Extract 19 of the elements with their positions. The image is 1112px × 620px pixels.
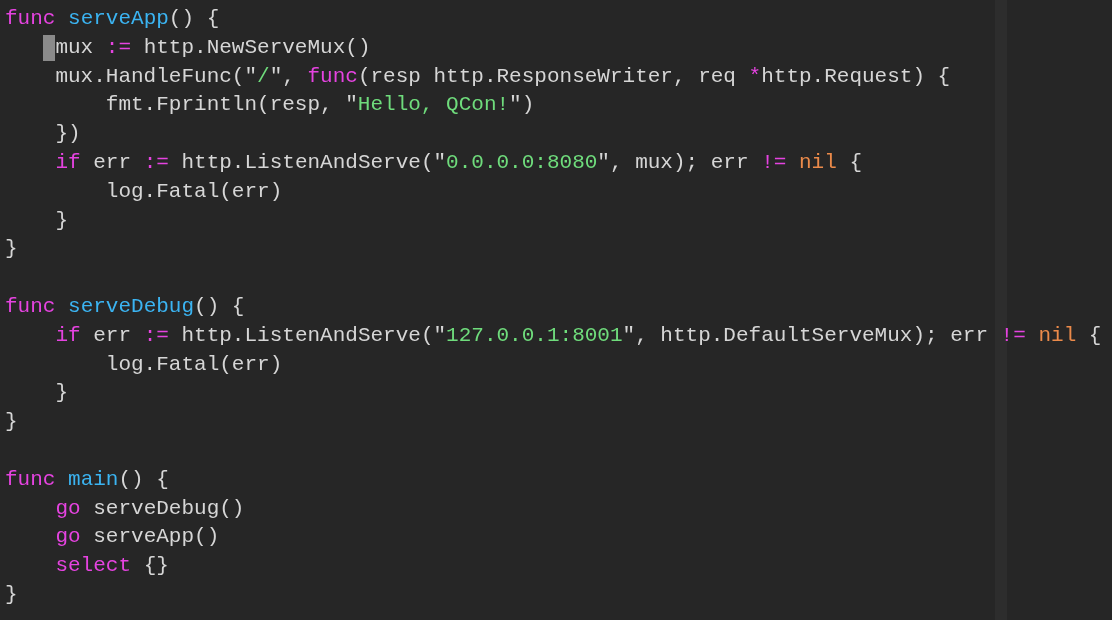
code-line: if err := http.ListenAndServe("0.0.0.0:8080", mux); err != nil { (55, 150, 863, 176)
code-line: if err := http.ListenAndServe("127.0.0.1:8001", http.DefaultServeMux); err != nil { (55, 322, 1102, 349)
code-line: func serveDebug() { (5, 293, 245, 320)
code-line: func serveApp() { (5, 6, 220, 32)
code-line: }) (55, 121, 81, 148)
code-line: } (55, 380, 68, 407)
code-line: select {} (55, 553, 169, 580)
code-line: } (55, 207, 68, 234)
code-line: } (5, 409, 18, 436)
code-line: } (5, 581, 18, 608)
code-line: mux := http.NewServeMux() (55, 34, 371, 61)
code-line: } (5, 236, 18, 263)
code-line: fmt.Fprintln(resp, "Hello, QCon!") (105, 92, 535, 119)
code-line: log.Fatal(err) (105, 178, 283, 205)
code-line: go serveApp() (55, 524, 220, 551)
code-line: go serveDebug() (55, 495, 245, 522)
code-line: func main() { (5, 466, 169, 493)
code-line: mux.HandleFunc("/", func(resp http.ResponseWriter, req *http.Request) { (55, 63, 951, 90)
code-line: log.Fatal(err) (105, 351, 283, 378)
